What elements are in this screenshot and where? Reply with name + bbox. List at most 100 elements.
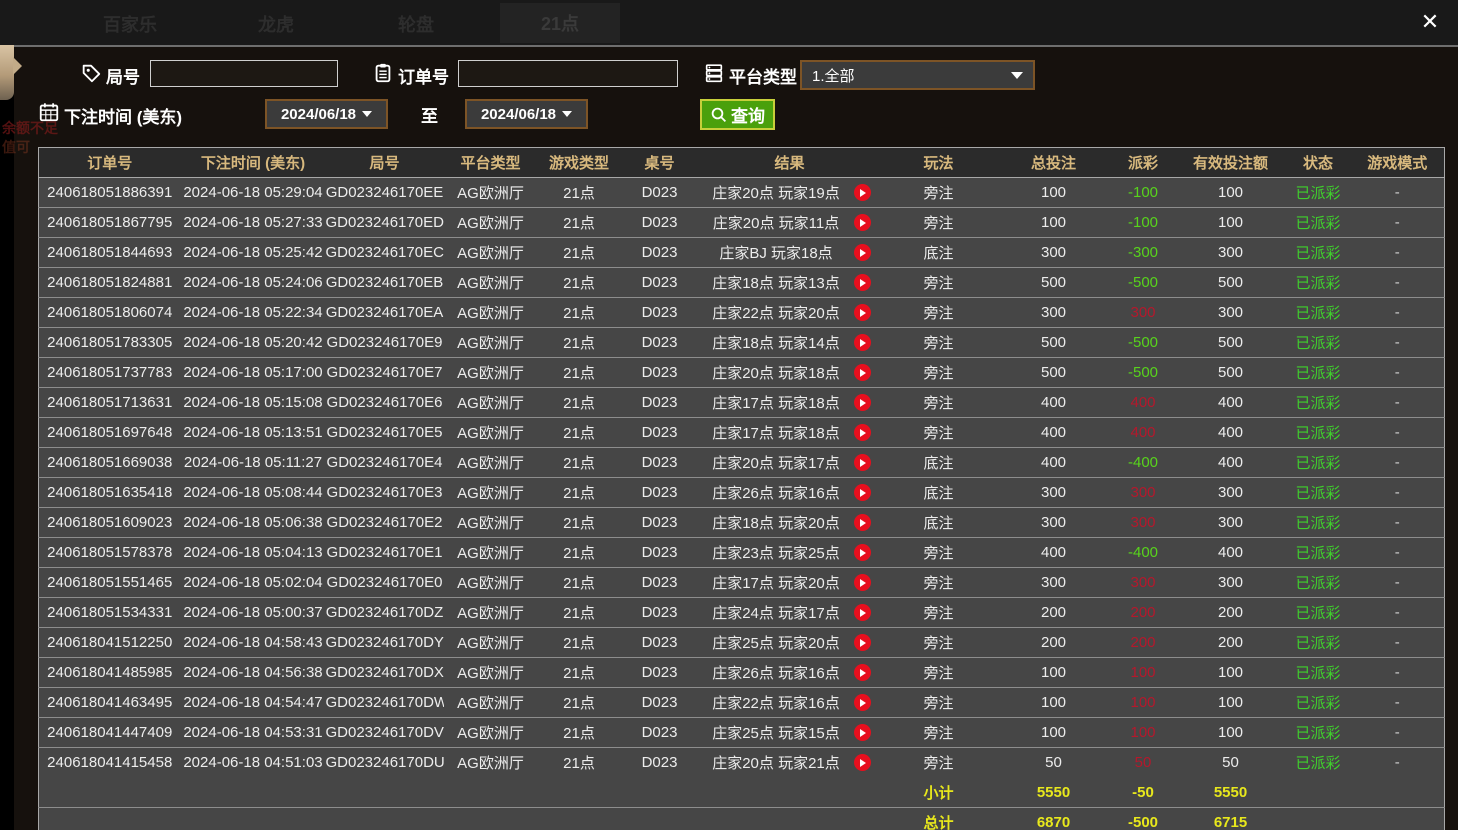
cell-bet: 300 bbox=[997, 298, 1111, 328]
cell-table: D023 bbox=[621, 568, 699, 598]
date-from-picker[interactable]: 2024/06/18 bbox=[265, 99, 388, 129]
side-tab-handle[interactable] bbox=[0, 45, 14, 100]
result-text: 庄家25点 玩家20点 bbox=[699, 632, 854, 653]
cell-result: 庄家20点 玩家18点 bbox=[699, 358, 881, 388]
cell-mode: - bbox=[1351, 748, 1445, 778]
col-header-time: 下注时间 (美东) bbox=[181, 148, 326, 178]
play-video-icon[interactable] bbox=[854, 364, 871, 381]
cell-game: 21点 bbox=[538, 388, 621, 418]
cell-round: GD023246170EB bbox=[326, 268, 444, 298]
cell-table: D023 bbox=[621, 688, 699, 718]
play-video-icon[interactable] bbox=[854, 574, 871, 591]
play-video-icon[interactable] bbox=[854, 694, 871, 711]
cell-table: D023 bbox=[621, 748, 699, 778]
cell-order: 240618051783305 bbox=[39, 328, 181, 358]
cell-round: GD023246170E9 bbox=[326, 328, 444, 358]
date-to-picker[interactable]: 2024/06/18 bbox=[465, 99, 588, 129]
round-no-input[interactable] bbox=[150, 60, 338, 87]
cell-bet: 500 bbox=[997, 358, 1111, 388]
col-header-round: 局号 bbox=[326, 148, 444, 178]
cell-game: 21点 bbox=[538, 328, 621, 358]
cell-game: 21点 bbox=[538, 358, 621, 388]
faded-backdrop-text: 值可 bbox=[2, 137, 30, 157]
col-header-platform: 平台类型 bbox=[444, 148, 538, 178]
play-video-icon[interactable] bbox=[854, 274, 871, 291]
cell-status: 已派彩 bbox=[1286, 238, 1351, 268]
cell-bet: 100 bbox=[997, 658, 1111, 688]
table-row: 240618051867795 2024-06-18 05:27:33 GD02… bbox=[39, 208, 1445, 238]
cell-playtype: 底注 bbox=[881, 448, 997, 478]
cell-result: 庄家20点 玩家11点 bbox=[699, 208, 881, 238]
play-video-icon[interactable] bbox=[854, 184, 871, 201]
play-video-icon[interactable] bbox=[854, 214, 871, 231]
cell-payout: -100 bbox=[1111, 178, 1176, 208]
cell-payout: 300 bbox=[1111, 298, 1176, 328]
cell-bet: 300 bbox=[997, 238, 1111, 268]
play-video-icon[interactable] bbox=[854, 484, 871, 501]
cell-table: D023 bbox=[621, 628, 699, 658]
table-row: 240618051697648 2024-06-18 05:13:51 GD02… bbox=[39, 418, 1445, 448]
result-text: 庄家22点 玩家20点 bbox=[699, 302, 854, 323]
cell-mode: - bbox=[1351, 658, 1445, 688]
subtotal-label: 小计 bbox=[881, 778, 997, 808]
result-text: 庄家17点 玩家18点 bbox=[699, 392, 854, 413]
cell-valid: 100 bbox=[1176, 178, 1286, 208]
table-row: 240618041415458 2024-06-18 04:51:03 GD02… bbox=[39, 748, 1445, 778]
cell-time: 2024-06-18 05:04:13 bbox=[181, 538, 326, 568]
cell-valid: 400 bbox=[1176, 448, 1286, 478]
date-from-value: 2024/06/18 bbox=[281, 106, 356, 123]
cell-platform: AG欧洲厅 bbox=[444, 658, 538, 688]
cell-round: GD023246170DZ bbox=[326, 598, 444, 628]
play-video-icon[interactable] bbox=[854, 724, 871, 741]
cell-result: 庄家BJ 玩家18点 bbox=[699, 238, 881, 268]
cell-time: 2024-06-18 05:22:34 bbox=[181, 298, 326, 328]
cell-result: 庄家26点 玩家16点 bbox=[699, 658, 881, 688]
cell-payout: 50 bbox=[1111, 748, 1176, 778]
cell-payout: -300 bbox=[1111, 238, 1176, 268]
table-body: 240618051886391 2024-06-18 05:29:04 GD02… bbox=[39, 178, 1445, 778]
col-header-result: 结果 bbox=[699, 148, 881, 178]
search-button[interactable]: 查询 bbox=[700, 99, 775, 130]
play-video-icon[interactable] bbox=[854, 604, 871, 621]
play-video-icon[interactable] bbox=[854, 544, 871, 561]
cell-result: 庄家26点 玩家16点 bbox=[699, 478, 881, 508]
play-video-icon[interactable] bbox=[854, 334, 871, 351]
subtotal-valid: 5550 bbox=[1176, 778, 1286, 808]
cell-valid: 100 bbox=[1176, 718, 1286, 748]
cell-table: D023 bbox=[621, 388, 699, 418]
platform-type-select[interactable]: 1.全部 bbox=[800, 60, 1035, 90]
cell-status: 已派彩 bbox=[1286, 748, 1351, 778]
cell-payout: -400 bbox=[1111, 538, 1176, 568]
play-video-icon[interactable] bbox=[854, 754, 871, 771]
close-icon[interactable]: ✕ bbox=[1416, 8, 1444, 36]
cell-result: 庄家25点 玩家15点 bbox=[699, 718, 881, 748]
cell-time: 2024-06-18 04:58:43 bbox=[181, 628, 326, 658]
platform-type-value: 1.全部 bbox=[812, 65, 1003, 86]
cell-playtype: 旁注 bbox=[881, 358, 997, 388]
play-video-icon[interactable] bbox=[854, 634, 871, 651]
cell-platform: AG欧洲厅 bbox=[444, 718, 538, 748]
result-text: 庄家24点 玩家17点 bbox=[699, 602, 854, 623]
cell-status: 已派彩 bbox=[1286, 358, 1351, 388]
col-header-order: 订单号 bbox=[39, 148, 181, 178]
cell-round: GD023246170EA bbox=[326, 298, 444, 328]
cell-mode: - bbox=[1351, 508, 1445, 538]
play-video-icon[interactable] bbox=[854, 394, 871, 411]
cell-result: 庄家23点 玩家25点 bbox=[699, 538, 881, 568]
play-video-icon[interactable] bbox=[854, 664, 871, 681]
cell-playtype: 底注 bbox=[881, 238, 997, 268]
cell-order: 240618051806074 bbox=[39, 298, 181, 328]
cell-status: 已派彩 bbox=[1286, 448, 1351, 478]
cell-round: GD023246170DX bbox=[326, 658, 444, 688]
play-video-icon[interactable] bbox=[854, 454, 871, 471]
cell-game: 21点 bbox=[538, 508, 621, 538]
play-video-icon[interactable] bbox=[854, 244, 871, 261]
play-video-icon[interactable] bbox=[854, 514, 871, 531]
cell-payout: 200 bbox=[1111, 628, 1176, 658]
play-video-icon[interactable] bbox=[854, 424, 871, 441]
play-video-icon[interactable] bbox=[854, 304, 871, 321]
cell-round: GD023246170E0 bbox=[326, 568, 444, 598]
order-no-input[interactable] bbox=[458, 60, 678, 87]
cell-round: GD023246170E4 bbox=[326, 448, 444, 478]
cell-platform: AG欧洲厅 bbox=[444, 688, 538, 718]
